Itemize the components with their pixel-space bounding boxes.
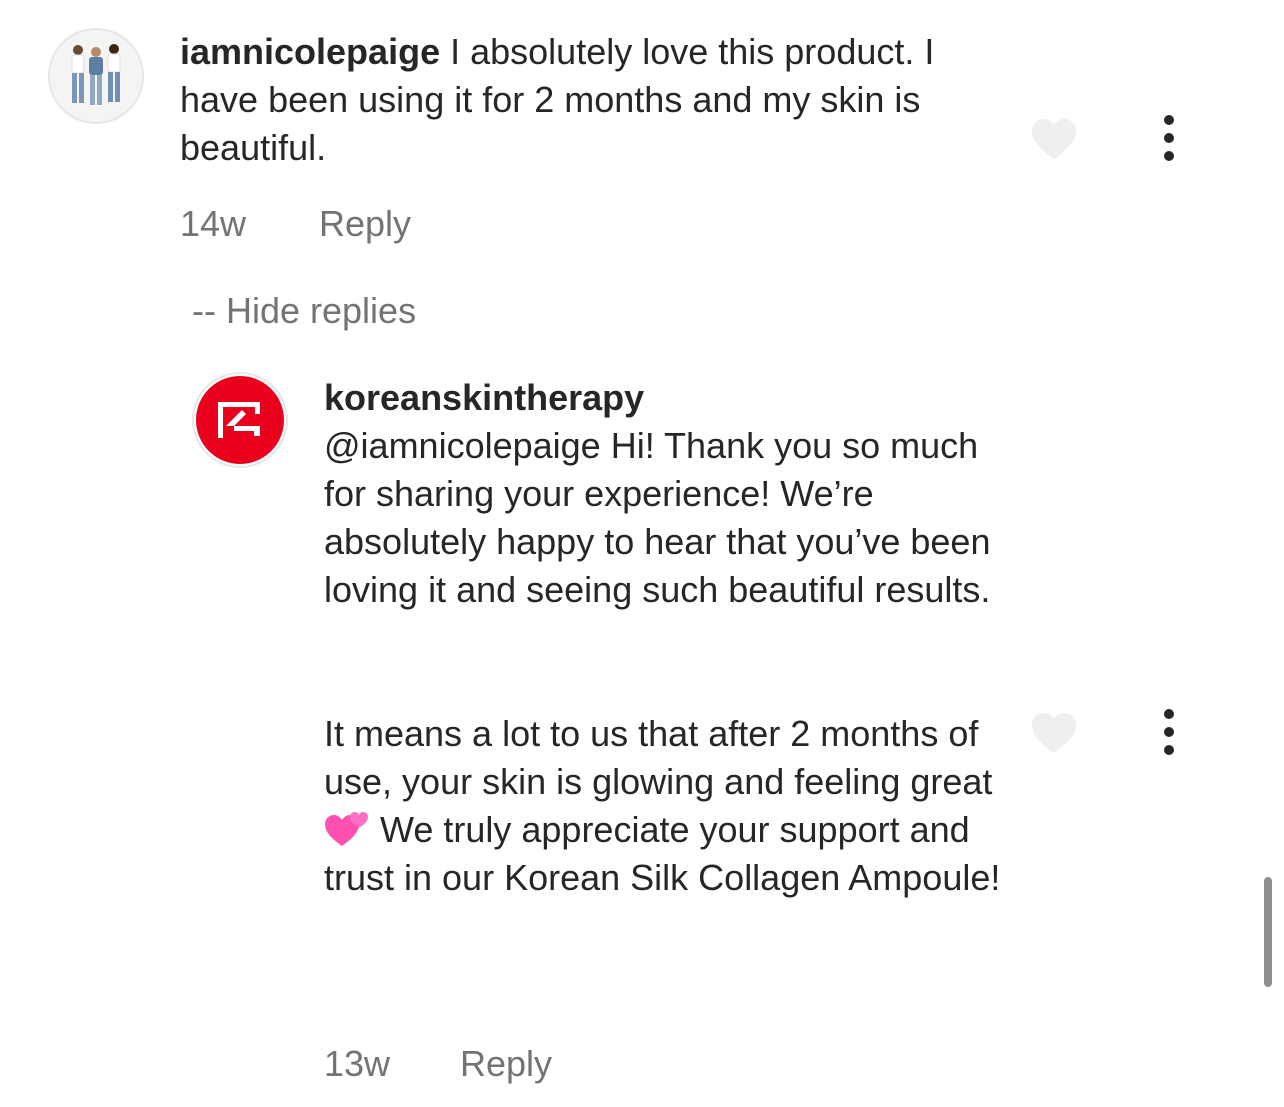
two-hearts-icon (325, 812, 368, 846)
comments-thread: iamnicolepaige I absolutely love this pr… (0, 0, 1284, 1107)
reply-username[interactable]: koreanskintherapy (324, 374, 1024, 422)
reply-button[interactable]: Reply (460, 1043, 552, 1085)
brand-logo-icon (196, 376, 284, 464)
scrollbar[interactable] (1264, 877, 1272, 987)
reply-paragraph-2-after: We truly appreciate your support and tru… (324, 809, 1001, 898)
hide-replies-button[interactable]: -- Hide replies (192, 290, 416, 332)
reply-timestamp: 13w (324, 1043, 391, 1084)
reply-paragraph-2: It means a lot to us that after 2 months… (324, 710, 1024, 902)
reply-paragraph-2-before: It means a lot to us that after 2 months… (324, 713, 993, 802)
heart-outline-icon[interactable] (1030, 117, 1078, 161)
comment-timestamp: 14w (180, 203, 247, 244)
profile-photo-icon (50, 30, 142, 122)
avatar-koreanskintherapy[interactable] (192, 372, 288, 468)
more-vertical-icon[interactable] (1157, 708, 1181, 756)
comment-username[interactable]: iamnicolepaige (180, 31, 440, 72)
more-vertical-icon[interactable] (1157, 114, 1181, 162)
reply-paragraph-1: @iamnicolepaige Hi! Thank you so much fo… (324, 425, 991, 610)
reply-button[interactable]: Reply (319, 203, 411, 245)
comment-text: iamnicolepaige I absolutely love this pr… (180, 28, 1000, 172)
avatar-iamnicolepaige[interactable] (48, 28, 144, 124)
heart-outline-icon[interactable] (1030, 711, 1078, 755)
